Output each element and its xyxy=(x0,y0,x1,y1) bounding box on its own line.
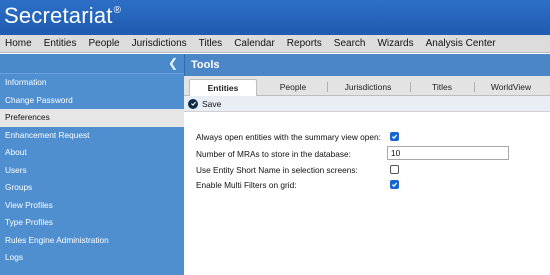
tab-jurisdictions[interactable]: Jurisdictions xyxy=(328,79,408,95)
short-name-label: Use Entity Short Name in selection scree… xyxy=(196,165,358,175)
sidebar-item-type-profiles[interactable]: Type Profiles xyxy=(0,214,184,232)
sidebar-item-preferences[interactable]: Preferences xyxy=(0,109,184,127)
sidebar-header: ❮ xyxy=(0,54,184,74)
mras-input[interactable]: 10 xyxy=(387,146,509,160)
sidebar-item-rules-engine-administration[interactable]: Rules Engine Administration xyxy=(0,232,184,250)
short-name-checkbox[interactable] xyxy=(390,165,399,174)
sidebar-item-enhancement-request[interactable]: Enhancement Request xyxy=(0,127,184,145)
summary-view-checkbox[interactable] xyxy=(390,132,399,141)
summary-view-label: Always open entities with the summary vi… xyxy=(196,132,381,142)
sidebar-item-groups[interactable]: Groups xyxy=(0,179,184,197)
sidebar-item-information[interactable]: Information xyxy=(0,74,184,92)
menu-home[interactable]: Home xyxy=(0,38,38,49)
multi-filters-checkbox[interactable] xyxy=(390,180,399,189)
multi-filters-label: Enable Multi Filters on grid: xyxy=(196,180,297,190)
tab-entities[interactable]: Entities xyxy=(189,79,257,96)
sidebar-item-logs[interactable]: Logs xyxy=(0,249,184,267)
chevron-left-icon[interactable]: ❮ xyxy=(168,56,178,70)
menu-reports[interactable]: Reports xyxy=(281,38,328,49)
brand-bar: Secretariat® xyxy=(0,0,550,35)
save-icon[interactable] xyxy=(188,98,198,109)
main-menu: Home Entities People Jurisdictions Title… xyxy=(0,35,550,53)
menu-people[interactable]: People xyxy=(82,38,125,49)
menu-wizards[interactable]: Wizards xyxy=(371,38,419,49)
menu-search[interactable]: Search xyxy=(328,38,372,49)
tab-bar: Entities People Jurisdictions Titles Wor… xyxy=(184,76,550,96)
sidebar-item-change-password[interactable]: Change Password xyxy=(0,92,184,110)
mras-label: Number of MRAs to store in the database: xyxy=(196,149,351,159)
content-header: Tools xyxy=(184,54,550,76)
sidebar-item-view-profiles[interactable]: View Profiles xyxy=(0,197,184,215)
tab-worldview[interactable]: WorldView xyxy=(475,79,547,95)
main-content: Tools Entities People Jurisdictions Titl… xyxy=(184,54,550,275)
save-button[interactable]: Save xyxy=(202,99,221,109)
menu-calendar[interactable]: Calendar xyxy=(228,38,281,49)
app-window: Secretariat® Home Entities People Jurisd… xyxy=(0,0,550,275)
tab-titles[interactable]: Titles xyxy=(411,79,473,95)
menu-analysis-center[interactable]: Analysis Center xyxy=(420,38,502,49)
content-toolbar: Save xyxy=(184,96,550,112)
brand-name: Secretariat xyxy=(4,3,113,28)
sidebar-item-about[interactable]: About xyxy=(0,144,184,162)
registered-mark: ® xyxy=(113,5,122,16)
sidebar-item-users[interactable]: Users xyxy=(0,162,184,180)
menu-jurisdictions[interactable]: Jurisdictions xyxy=(126,38,193,49)
page-title: Tools xyxy=(191,59,220,71)
tab-people[interactable]: People xyxy=(260,79,326,95)
brand-logo: Secretariat® xyxy=(4,3,121,29)
sidebar: ❮ Information Change Password Preference… xyxy=(0,54,184,275)
menu-entities[interactable]: Entities xyxy=(38,38,83,49)
menu-titles[interactable]: Titles xyxy=(193,38,229,49)
